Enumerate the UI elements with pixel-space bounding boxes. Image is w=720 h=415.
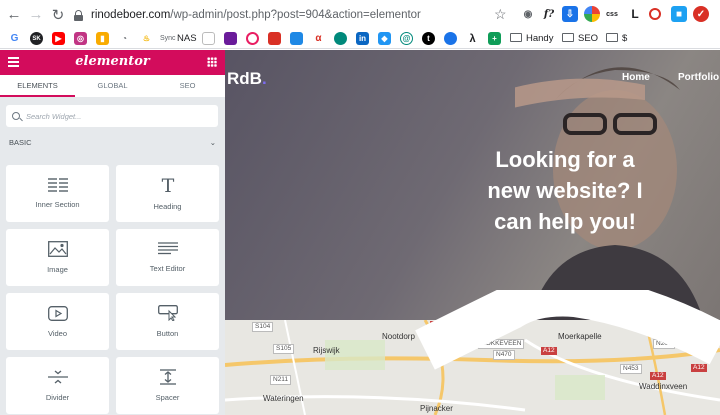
panel-tabs: ELEMENTS GLOBAL SEO xyxy=(0,75,225,97)
widget-label: Video xyxy=(47,328,68,338)
widget-button[interactable]: Button xyxy=(116,293,219,350)
script-a-icon[interactable]: α xyxy=(312,32,325,45)
browser-toolbar: ← → ↻ rinodeboer.com/wp-admin/post.php?p… xyxy=(0,0,720,29)
category-basic[interactable]: BASIC ⌄ xyxy=(9,138,216,147)
dropbox-icon[interactable]: ◆ xyxy=(378,32,391,45)
widget-label: Image xyxy=(47,265,68,274)
widget-grid: Inner Section T Heading Image Text Edito… xyxy=(6,165,219,414)
category-label: BASIC xyxy=(9,138,32,147)
linkedin-icon[interactable]: in xyxy=(356,32,369,45)
widget-image[interactable]: Image xyxy=(6,229,109,286)
sync-label[interactable]: Sync xyxy=(160,32,176,45)
brand-text: RdB xyxy=(227,69,262,88)
camera-icon[interactable]: ◉ xyxy=(520,6,536,22)
panel-header: elementor xyxy=(0,50,225,75)
widget-label: Inner Section xyxy=(35,200,80,209)
analytics-icon[interactable]: ▮ xyxy=(96,32,109,45)
image-icon xyxy=(47,241,68,257)
tab-seo[interactable]: SEO xyxy=(150,75,225,97)
button-icon xyxy=(157,305,178,321)
elementor-logo: elementor xyxy=(75,54,150,69)
forward-arrow-icon[interactable]: → xyxy=(28,6,44,23)
color-picker-icon[interactable] xyxy=(584,6,600,22)
svg-text:T: T xyxy=(161,176,174,194)
tab-elements[interactable]: ELEMENTS xyxy=(0,75,75,97)
target-icon[interactable] xyxy=(649,8,661,20)
url-host: rinodeboer.com xyxy=(91,9,171,21)
nav-portfolio[interactable]: Portfolio xyxy=(678,72,719,83)
signal-icon[interactable]: ◔ xyxy=(118,32,131,45)
widget-inner-section[interactable]: Inner Section xyxy=(6,165,109,222)
hero-wave-divider xyxy=(415,290,720,370)
widget-heading[interactable]: T Heading xyxy=(116,165,219,222)
inner-section-icon xyxy=(47,178,68,192)
download-icon[interactable]: ⇩ xyxy=(562,6,578,22)
spacer-icon xyxy=(159,369,176,385)
lambda-icon[interactable]: λ xyxy=(466,32,479,45)
google-icon[interactable]: G xyxy=(8,32,21,45)
divider-icon xyxy=(47,370,68,384)
widget-divider[interactable]: Divider xyxy=(6,357,109,414)
widget-label: Text Editor xyxy=(149,264,186,273)
video-icon xyxy=(47,305,68,321)
widget-video[interactable]: Video xyxy=(6,293,109,350)
folder-handy[interactable]: Handy xyxy=(526,32,553,45)
red-square-icon[interactable] xyxy=(268,32,281,45)
flame-icon[interactable]: ♨ xyxy=(140,32,153,45)
url-path: /wp-admin/post.php?post=904&action=eleme… xyxy=(170,9,421,21)
sk-icon[interactable]: SK xyxy=(30,32,43,45)
lock-icon xyxy=(74,9,83,21)
widget-label: Heading xyxy=(153,202,182,211)
hero-headline: Looking for a new website? I can help yo… xyxy=(487,147,643,234)
widget-label: Spacer xyxy=(155,393,180,402)
bookmarks-bar: G SK ▶ ◎ ▮ ◔ ♨ Sync NAS α in ◆ @ t λ + H… xyxy=(0,29,720,49)
chevron-down-icon: ⌄ xyxy=(209,138,216,147)
search-icon xyxy=(12,112,20,120)
search-widget-input[interactable]: Search Widget... xyxy=(6,105,218,127)
t-circle-icon[interactable]: t xyxy=(422,32,435,45)
extension-l-icon[interactable]: L xyxy=(627,6,643,22)
adblock-icon[interactable]: ✓ xyxy=(693,6,709,22)
reload-icon[interactable]: ↻ xyxy=(50,7,66,24)
at-icon[interactable]: @ xyxy=(400,32,413,45)
widget-spacer[interactable]: Spacer xyxy=(116,357,219,414)
youtube-icon[interactable]: ▶ xyxy=(52,32,65,45)
extension-blue-icon[interactable]: ■ xyxy=(671,6,687,22)
teal-circle-icon[interactable] xyxy=(334,32,347,45)
instagram-icon[interactable]: ◎ xyxy=(74,32,87,45)
text-editor-icon xyxy=(157,242,178,255)
site-logo[interactable]: RdB. xyxy=(227,69,267,89)
blue-square-icon[interactable] xyxy=(290,32,303,45)
widget-label: Divider xyxy=(45,393,70,402)
search-placeholder: Search Widget... xyxy=(26,111,82,121)
extension-f-icon[interactable]: f? xyxy=(541,6,557,22)
folder-icon xyxy=(562,33,574,42)
widget-label: Button xyxy=(156,329,179,338)
folder-icon xyxy=(606,33,618,42)
plus-square-icon[interactable]: + xyxy=(488,32,501,45)
css-icon[interactable]: css xyxy=(604,6,620,22)
folder-seo[interactable]: SEO xyxy=(578,32,598,45)
widgets-grid-icon[interactable] xyxy=(207,57,217,67)
nav-home[interactable]: Home xyxy=(622,72,650,83)
tab-global[interactable]: GLOBAL xyxy=(75,75,150,97)
nas-bookmark[interactable]: NAS xyxy=(177,32,197,45)
heading-icon: T xyxy=(161,176,174,194)
ring-icon[interactable] xyxy=(246,32,259,45)
purple-square-icon[interactable] xyxy=(224,32,237,45)
back-arrow-icon[interactable]: ← xyxy=(6,6,22,23)
address-bar[interactable]: rinodeboer.com/wp-admin/post.php?post=90… xyxy=(74,4,514,26)
page-icon[interactable] xyxy=(202,32,215,45)
brand-dot: . xyxy=(261,69,267,88)
compass-icon[interactable] xyxy=(444,32,457,45)
widget-text-editor[interactable]: Text Editor xyxy=(116,229,219,286)
bookmark-star-icon[interactable]: ☆ xyxy=(494,6,507,23)
folder-icon xyxy=(510,33,522,42)
page-preview: RdB. Home Portfolio Looking for a new we… xyxy=(225,50,720,415)
folder-dollar[interactable]: $ xyxy=(622,32,627,45)
elementor-panel: elementor ELEMENTS GLOBAL SEO Search Wid… xyxy=(0,50,225,415)
